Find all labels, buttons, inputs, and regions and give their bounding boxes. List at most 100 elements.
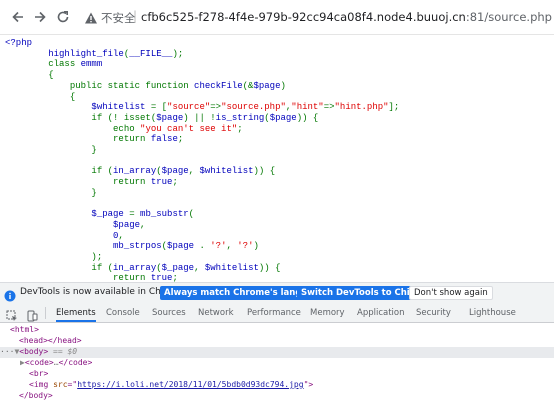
code-token: "hint" <box>291 102 324 113</box>
code-token: ); <box>91 252 103 263</box>
source-line: return true; <box>5 177 178 187</box>
code-token: $whitelist <box>204 262 259 273</box>
forward-arrow-icon[interactable] <box>32 9 48 25</box>
code-token: ; <box>172 177 178 188</box>
dom-tree: <html> <head></head> ···▼<body> == $0 ▶<… <box>0 323 554 412</box>
code-token: emmm <box>80 59 103 70</box>
code-token: $whitelist <box>91 102 151 113</box>
tab-elements[interactable]: Elements <box>56 304 96 322</box>
source-line: $whitelist = ["source"=>"source.php","hi… <box>5 102 399 112</box>
code-token: is_string <box>215 112 265 123</box>
code-token: = [ <box>150 102 168 113</box>
img-src-link[interactable]: https://i.loli.net/2018/11/01/5bdb0d93dc… <box>77 380 303 389</box>
tab-network[interactable]: Network <box>198 304 234 322</box>
tab-security[interactable]: Security <box>416 304 451 322</box>
code-token: ; <box>177 134 184 145</box>
code-token: $page <box>5 219 141 230</box>
source-line: if (! isset($page) || !is_string($page))… <box>5 113 318 123</box>
code-token: } <box>91 187 97 198</box>
dom-node-code[interactable]: ▶<code>…</code> <box>0 358 554 369</box>
code-token: , <box>194 262 205 273</box>
dom-node-br[interactable]: <br> <box>0 369 554 380</box>
code-token: mb_strpos <box>5 241 162 252</box>
security-label[interactable]: 不安全 <box>101 10 136 26</box>
code-token: $page <box>161 166 189 177</box>
source-line: echo "you can't see it"; <box>5 124 243 134</box>
php-source-view: <?php highlight_file(__FILE__); class em… <box>0 34 554 282</box>
code-token: )) { <box>258 262 281 273</box>
code-token: , <box>140 219 146 230</box>
inspect-element-icon[interactable] <box>6 307 18 321</box>
browser-toolbar: 不安全 | cfb6c525-f278-4f4e-979b-92cc94ca08… <box>0 0 554 35</box>
code-token: public static function <box>69 80 195 91</box>
url-host: cfb6c525-f278-4f4e-979b-92cc94ca08f4.nod… <box>141 10 466 24</box>
code-close-tag: </code> <box>58 358 93 367</box>
source-line: { <box>5 70 53 80</box>
code-token: ) || ! <box>183 112 216 123</box>
tab-console[interactable]: Console <box>106 304 140 322</box>
code-token: false <box>150 134 178 145</box>
tab-memory[interactable]: Memory <box>310 304 345 322</box>
source-line: return false; <box>5 134 183 144</box>
dom-node-img[interactable]: <img src="https://i.loli.net/2018/11/01/… <box>0 380 554 391</box>
code-token: ) <box>253 241 259 252</box>
code-token: in_array <box>113 262 157 273</box>
code-token: , <box>226 241 238 252</box>
code-token: $page <box>156 112 184 123</box>
img-eq: =" <box>67 380 78 389</box>
code-token: true <box>150 177 173 188</box>
head-tag: <head></head> <box>19 336 82 345</box>
url-path: :81/source.php <box>465 10 552 24</box>
dont-show-again-button[interactable]: Don't show again <box>409 286 493 300</box>
source-line: if (in_array($_page, $whitelist)) { <box>5 262 281 273</box>
code-token: ]; <box>388 102 400 113</box>
tab-performance[interactable]: Performance <box>247 304 301 322</box>
url-field[interactable]: cfb6c525-f278-4f4e-979b-92cc94ca08f4.nod… <box>141 10 552 24</box>
dom-node-body-close[interactable]: </body> <box>0 391 554 402</box>
code-token: if ( <box>91 262 114 273</box>
code-token: } <box>91 145 97 156</box>
body-open-tag: <body> <box>19 347 49 356</box>
back-arrow-icon[interactable] <box>10 9 26 25</box>
selected-var: $0 <box>67 347 78 356</box>
source-line: highlight_file(__FILE__); <box>5 49 183 59</box>
warning-triangle-icon[interactable] <box>84 10 98 24</box>
source-line: public static function checkFile(&$page) <box>5 81 286 91</box>
img-src-attr: src <box>53 380 68 389</box>
dom-node-html[interactable]: <html> <box>0 325 554 336</box>
code-token: => <box>323 102 335 113</box>
dom-node-body[interactable]: ···▼<body> == $0 <box>0 347 554 358</box>
code-token: = <box>129 209 141 220</box>
code-token: $page <box>269 112 297 123</box>
tab-application[interactable]: Application <box>357 304 405 322</box>
code-token: ) <box>280 80 286 91</box>
code-token: $page <box>167 241 200 252</box>
device-toolbar-icon[interactable] <box>26 307 38 322</box>
reload-icon[interactable] <box>55 9 71 25</box>
source-line: return true; <box>5 273 178 282</box>
code-token: highlight_file <box>5 48 124 59</box>
tab-sources[interactable]: Sources <box>152 304 186 322</box>
code-token: <?php <box>5 38 33 48</box>
code-token: $whitelist <box>199 166 254 177</box>
dom-node-head[interactable]: <head></head> <box>0 336 554 347</box>
code-token: , <box>188 166 200 177</box>
code-token: in_array <box>113 166 157 177</box>
code-token: "you can't see it" <box>140 123 238 134</box>
code-token: mb_substr <box>140 209 189 220</box>
code-token: true <box>150 273 173 282</box>
source-line: ); <box>5 252 102 262</box>
collapse-triangle-icon[interactable]: ▶ <box>0 358 25 367</box>
tab-lighthouse[interactable]: Lighthouse <box>469 304 516 322</box>
